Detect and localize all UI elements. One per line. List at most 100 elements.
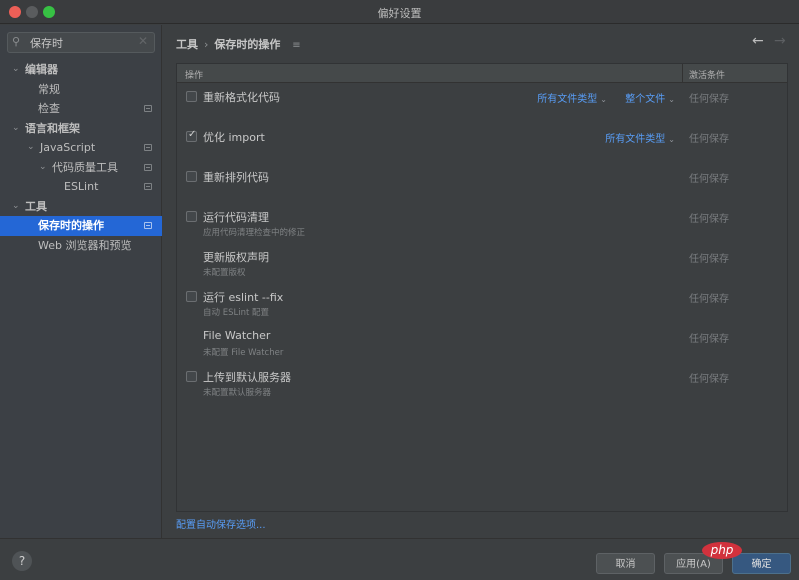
settings-search-input[interactable] <box>30 35 140 50</box>
sidebar-item[interactable]: ⌄ 工具 <box>0 197 162 217</box>
table-row[interactable]: 运行代码清理应用代码清理检查中的修正 任何保存 <box>177 204 787 244</box>
table-row[interactable]: File Watcher 未配置 File Watcher 任何保存 <box>177 324 787 364</box>
sidebar-item[interactable]: ⌄ 语言和框架 <box>0 119 162 139</box>
project-level-icon <box>144 144 152 151</box>
row-title: 优化 import <box>203 131 265 144</box>
title-bar: 偏好设置 <box>0 0 799 24</box>
chevron-down-icon[interactable]: ⌄ <box>12 60 20 80</box>
sidebar-item[interactable]: ⌄ 代码质量工具 <box>0 158 162 178</box>
project-level-icon <box>144 222 152 229</box>
sidebar-item[interactable]: 检查 <box>0 99 162 119</box>
window-title: 偏好设置 <box>377 7 422 20</box>
help-button[interactable]: ? <box>12 551 32 571</box>
checkbox[interactable] <box>186 91 197 102</box>
sidebar-item-label: Web 浏览器和预览 <box>38 238 132 252</box>
file-types-dropdown-label: 所有文件类型 <box>605 134 666 145</box>
chevron-down-icon: ⌄ <box>668 95 675 104</box>
sidebar-item[interactable]: ESLint <box>0 177 162 197</box>
row-title: 运行 eslint --fix <box>203 291 284 304</box>
activation-condition[interactable]: 任何保存 <box>689 170 729 185</box>
scope-dropdown[interactable]: 整个文件 ⌄ <box>625 90 675 105</box>
checkbox[interactable] <box>186 211 197 222</box>
column-header-condition[interactable]: 激活条件 <box>689 68 725 81</box>
table-row[interactable]: 优化 import 所有文件类型⌄ 任何保存 <box>177 124 787 164</box>
sidebar-item-label: 编辑器 <box>25 63 58 76</box>
ok-button[interactable]: 确定 <box>732 553 791 574</box>
settings-search-box[interactable]: ⚲ ✕ <box>7 32 155 53</box>
settings-sidebar: ⚲ ✕ ⌄ 编辑器常规检查 ⌄ 语言和框架 ⌄ JavaScript ⌄ 代码质量工具 ESLi… <box>0 25 162 538</box>
project-level-icon <box>144 183 152 190</box>
chevron-down-icon[interactable]: ⌄ <box>27 138 35 158</box>
activation-condition[interactable]: 任何保存 <box>689 90 729 105</box>
checkbox-checked[interactable] <box>186 129 197 142</box>
cancel-button[interactable]: 取消 <box>596 553 655 574</box>
breadcrumb-item-tools[interactable]: 工具 <box>176 38 198 51</box>
watermark-logo: php <box>702 542 742 559</box>
checkbox[interactable] <box>186 371 197 382</box>
row-title: 运行代码清理 <box>203 211 269 224</box>
breadcrumb-item-actions-on-save: 保存时的操作 <box>214 38 281 51</box>
activation-condition[interactable]: 任何保存 <box>689 290 729 305</box>
row-title: 上传到默认服务器 <box>203 371 291 384</box>
activation-condition[interactable]: 任何保存 <box>689 130 729 145</box>
row-title: 重新格式化代码 <box>203 91 280 104</box>
chevron-down-icon[interactable]: ⌄ <box>39 158 47 178</box>
project-level-icon <box>144 163 152 171</box>
activation-condition[interactable]: 任何保存 <box>689 370 729 385</box>
sidebar-item-label: JavaScript <box>40 141 96 154</box>
row-title: 重新排列代码 <box>203 171 269 184</box>
activation-condition[interactable]: 任何保存 <box>689 210 729 225</box>
breadcrumb: 工具 › 保存时的操作 ≡ <box>176 36 301 52</box>
table-row[interactable]: 重新排列代码 任何保存 <box>177 164 787 204</box>
file-types-dropdown[interactable]: 所有文件类型 ⌄ <box>605 130 675 145</box>
chevron-down-icon: ⌄ <box>600 95 607 104</box>
chevron-down-icon[interactable]: ⌄ <box>12 197 20 217</box>
search-icon: ⚲ <box>12 35 21 48</box>
settings-content: 工具 › 保存时的操作 ≡ ← → 操作 激活条件 重新格式化代码 整个文件 ⌄ 所有文件… <box>163 25 799 538</box>
sidebar-item[interactable]: ⌄ JavaScript <box>0 138 162 158</box>
column-header-condition-cell: 激活条件 <box>682 64 787 83</box>
configure-autosave-link[interactable]: 配置自动保存选项... <box>176 516 266 531</box>
checkbox[interactable] <box>186 171 197 182</box>
sidebar-item-label: 常规 <box>38 82 60 96</box>
row-subtitle: 未配置版权 <box>203 268 246 278</box>
sidebar-item[interactable]: ⌄ 编辑器 <box>0 60 162 80</box>
project-settings-icon: ≡ <box>292 40 301 51</box>
dialog-footer: ? 取消 应用(A) 确定 <box>0 538 799 580</box>
forward-arrow-icon[interactable]: → <box>774 33 786 49</box>
row-subtitle: 应用代码清理检查中的修正 <box>203 228 306 238</box>
row-title: 更新版权声明 <box>203 251 269 264</box>
sidebar-item-label: 检查 <box>38 102 60 115</box>
settings-tree: ⌄ 编辑器常规检查 ⌄ 语言和框架 ⌄ JavaScript ⌄ 代码质量工具 ESLint ⌄ 工… <box>0 60 162 255</box>
activation-condition[interactable]: 任何保存 <box>689 250 729 265</box>
chevron-down-icon[interactable]: ⌄ <box>12 119 20 139</box>
chevron-down-icon: ⌄ <box>668 135 675 144</box>
breadcrumb-separator: › <box>204 38 209 51</box>
sidebar-item-label: 代码质量工具 <box>52 160 118 174</box>
sidebar-item-label: ESLint <box>64 180 99 193</box>
scope-dropdown-label: 整个文件 <box>625 94 666 105</box>
sidebar-item[interactable]: Web 浏览器和预览 <box>0 236 162 256</box>
close-icon[interactable]: ✕ <box>138 34 148 48</box>
file-types-dropdown[interactable]: 所有文件类型 ⌄ <box>537 90 607 105</box>
sidebar-item[interactable]: 保存时的操作 <box>0 216 162 236</box>
table-row[interactable]: 运行 eslint --fix 自动 ESLint 配置 任何保存 <box>177 284 787 324</box>
row-title: File Watcher <box>203 329 271 342</box>
table-row[interactable]: 上传到默认服务器 未配置默认服务器 任何保存 <box>177 364 787 404</box>
file-types-dropdown-label: 所有文件类型 <box>537 94 598 105</box>
sidebar-item[interactable]: 常规 <box>0 80 162 100</box>
back-arrow-icon[interactable]: ← <box>752 33 764 49</box>
sidebar-item-label: 语言和框架 <box>25 121 80 135</box>
table-row[interactable]: 重新格式化代码 整个文件 ⌄ 所有文件类型 ⌄ 任何保存 <box>177 84 787 124</box>
project-level-icon <box>144 105 152 112</box>
row-subtitle: 未配置默认服务器 <box>203 388 272 398</box>
table-row[interactable]: 更新版权声明 未配置版权 任何保存 <box>177 244 787 284</box>
row-subtitle: 自动 ESLint 配置 <box>203 308 269 318</box>
column-header-action[interactable]: 操作 <box>185 68 203 81</box>
checkbox[interactable] <box>186 291 197 302</box>
sidebar-item-label: 工具 <box>25 199 47 213</box>
activation-condition[interactable]: 任何保存 <box>689 330 729 345</box>
actions-on-save-table: 操作 激活条件 重新格式化代码整个文件⌄所有文件类型⌄任何保存优化 import… <box>176 63 788 512</box>
sidebar-item-label: 保存时的操作 <box>38 219 104 232</box>
table-header: 操作 激活条件 <box>177 64 787 83</box>
